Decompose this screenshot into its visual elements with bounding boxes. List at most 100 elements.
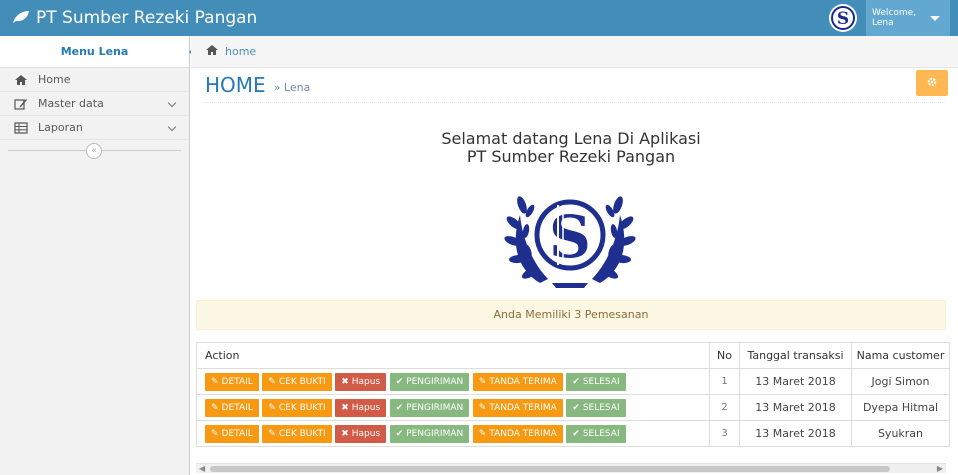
edit-icon: ✎	[478, 402, 487, 413]
brand[interactable]: PT Sumber Rezeki Pangan	[12, 0, 257, 36]
sidebar-title: Menu Lena	[60, 45, 129, 58]
button-label: PENGIRIMAN	[406, 402, 464, 413]
button-label: Hapus	[351, 428, 381, 439]
check-icon: ✔	[572, 376, 580, 387]
caret-down-icon	[930, 16, 940, 21]
selesai-button[interactable]: ✔ SELESAI	[566, 372, 626, 391]
button-label: SELESAI	[582, 428, 620, 439]
hapus-button[interactable]: ✖ Hapus	[335, 372, 387, 391]
page-title: HOME	[205, 73, 266, 97]
pengiriman-button[interactable]: ✔ PENGIRIMAN	[389, 398, 470, 417]
tanda-terima-button[interactable]: ✎ TANDA TERIMA	[472, 372, 563, 391]
column-header-customer: Nama customer	[851, 342, 950, 369]
orders-table: Action No Tanggal transaksi Nama custome…	[196, 342, 950, 447]
company-logo: S	[500, 175, 640, 293]
selesai-button[interactable]: ✔ SELESAI	[566, 424, 626, 443]
row-number: 2	[709, 394, 740, 421]
selesai-button[interactable]: ✔ SELESAI	[566, 398, 626, 417]
horizontal-scrollbar[interactable]: ◀ ▶	[196, 463, 946, 473]
customer-name: Syukran	[851, 420, 950, 447]
transaction-date: 13 Maret 2018	[739, 420, 852, 447]
scroll-right-icon[interactable]: ▶	[937, 464, 943, 474]
top-navbar: PT Sumber Rezeki Pangan S Welcome, Lena	[0, 0, 958, 36]
hapus-button[interactable]: ✖ Hapus	[335, 398, 387, 417]
cek-bukti-button[interactable]: ✎ CEK BUKTI	[262, 424, 332, 443]
edit-icon: ✎	[211, 402, 219, 413]
hapus-button[interactable]: ✖ Hapus	[335, 424, 387, 443]
detail-button[interactable]: ✎ DETAIL	[205, 398, 259, 417]
user-name: Lena	[872, 18, 894, 28]
scroll-left-icon[interactable]: ◀	[199, 464, 205, 474]
table-row: ✎ DETAIL ✎ CEK BUKTI ✖ Hapus ✔ PENGIRIMAN ✎ T…	[196, 420, 950, 447]
sidebar-item-label: Master data	[38, 97, 104, 110]
user-dropdown[interactable]: Welcome, Lena	[866, 0, 950, 36]
welcome-label: Welcome,	[872, 8, 917, 18]
welcome-heading: Selamat datang Lena Di Aplikasi PT Sumbe…	[196, 130, 946, 166]
page-subtitle: » Lena	[273, 81, 311, 94]
sidebar-item-laporan[interactable]: Laporan	[0, 116, 189, 140]
table-row: ✎ DETAIL ✎ CEK BUKTI ✖ Hapus ✔ PENGIRIMAN ✎ T…	[196, 368, 950, 395]
transaction-date: 13 Maret 2018	[739, 368, 852, 395]
sidebar-collapse-button[interactable]: «	[86, 143, 102, 159]
welcome-line-2: PT Sumber Rezeki Pangan	[466, 147, 676, 166]
cek-bukti-button[interactable]: ✎ CEK BUKTI	[262, 398, 332, 417]
welcome-line-1: Selamat datang Lena Di Aplikasi	[441, 129, 701, 148]
edit-icon: ✎	[211, 428, 219, 439]
button-label: Hapus	[351, 402, 381, 413]
svg-text:S: S	[837, 9, 849, 29]
sidebar-item-home[interactable]: Home	[0, 68, 189, 92]
scrollbar-thumb[interactable]	[210, 466, 890, 472]
button-label: TANDA TERIMA	[489, 428, 557, 439]
check-icon: ✔	[395, 428, 404, 439]
detail-button[interactable]: ✎ DETAIL	[205, 424, 259, 443]
welcome-text: Welcome, Lena	[872, 8, 916, 28]
home-icon	[205, 44, 219, 59]
button-label: DETAIL	[221, 402, 253, 413]
action-cell: ✎ DETAIL ✎ CEK BUKTI ✖ Hapus ✔ PENGIRIMAN ✎ T…	[196, 394, 710, 421]
edit-icon: ✎	[478, 376, 487, 387]
sidebar-item-master-data[interactable]: Master data	[0, 92, 189, 116]
chevron-down-icon	[167, 122, 177, 132]
action-cell: ✎ DETAIL ✎ CEK BUKTI ✖ Hapus ✔ PENGIRIMAN ✎ T…	[196, 420, 710, 447]
column-header-date: Tanggal transaksi	[739, 342, 852, 369]
row-number: 3	[709, 420, 740, 447]
check-icon: ✔	[572, 402, 580, 413]
customer-name: Dyepa Hitmal	[851, 394, 950, 421]
pengiriman-button[interactable]: ✔ PENGIRIMAN	[389, 424, 470, 443]
button-label: SELESAI	[582, 402, 620, 413]
detail-button[interactable]: ✎ DETAIL	[205, 372, 259, 391]
sidebar-item-label: Laporan	[38, 121, 83, 134]
edit-icon: ✎	[268, 428, 276, 439]
edit-icon: ✎	[268, 376, 276, 387]
button-label: PENGIRIMAN	[406, 376, 464, 387]
pengiriman-button[interactable]: ✔ PENGIRIMAN	[389, 372, 470, 391]
column-header-no: No	[709, 342, 740, 369]
check-icon: ✔	[395, 402, 404, 413]
edit-icon: ✎	[211, 376, 219, 387]
breadcrumb: home	[191, 36, 958, 68]
edit-icon	[14, 98, 28, 110]
customer-name: Jogi Simon	[851, 368, 950, 395]
user-avatar[interactable]: S	[828, 3, 858, 33]
button-label: SELESAI	[582, 376, 620, 387]
user-menu[interactable]: S Welcome, Lena	[822, 0, 958, 36]
table-icon	[14, 121, 28, 134]
action-cell: ✎ DETAIL ✎ CEK BUKTI ✖ Hapus ✔ PENGIRIMAN ✎ T…	[196, 368, 710, 395]
breadcrumb-home-link[interactable]: home	[225, 45, 256, 58]
button-label: CEK BUKTI	[278, 402, 326, 413]
table-row: ✎ DETAIL ✎ CEK BUKTI ✖ Hapus ✔ PENGIRIMAN ✎ T…	[196, 394, 950, 421]
orders-alert: Anda Memiliki 3 Pemesanan	[196, 300, 946, 330]
tanda-terima-button[interactable]: ✎ TANDA TERIMA	[472, 398, 563, 417]
tanda-terima-button[interactable]: ✎ TANDA TERIMA	[472, 424, 563, 443]
settings-button[interactable]	[916, 70, 948, 96]
edit-icon: ✎	[268, 402, 276, 413]
cek-bukti-button[interactable]: ✎ CEK BUKTI	[262, 372, 332, 391]
close-icon: ✖	[341, 376, 349, 387]
page-header: HOME » Lena	[205, 68, 948, 103]
brand-title: PT Sumber Rezeki Pangan	[36, 8, 258, 28]
table-header-row: Action No Tanggal transaksi Nama custome…	[196, 342, 950, 369]
row-number: 1	[709, 368, 740, 395]
sidebar: Menu Lena Home Master data Laporan «	[0, 36, 200, 475]
button-label: TANDA TERIMA	[489, 376, 557, 387]
button-label: CEK BUKTI	[278, 376, 326, 387]
